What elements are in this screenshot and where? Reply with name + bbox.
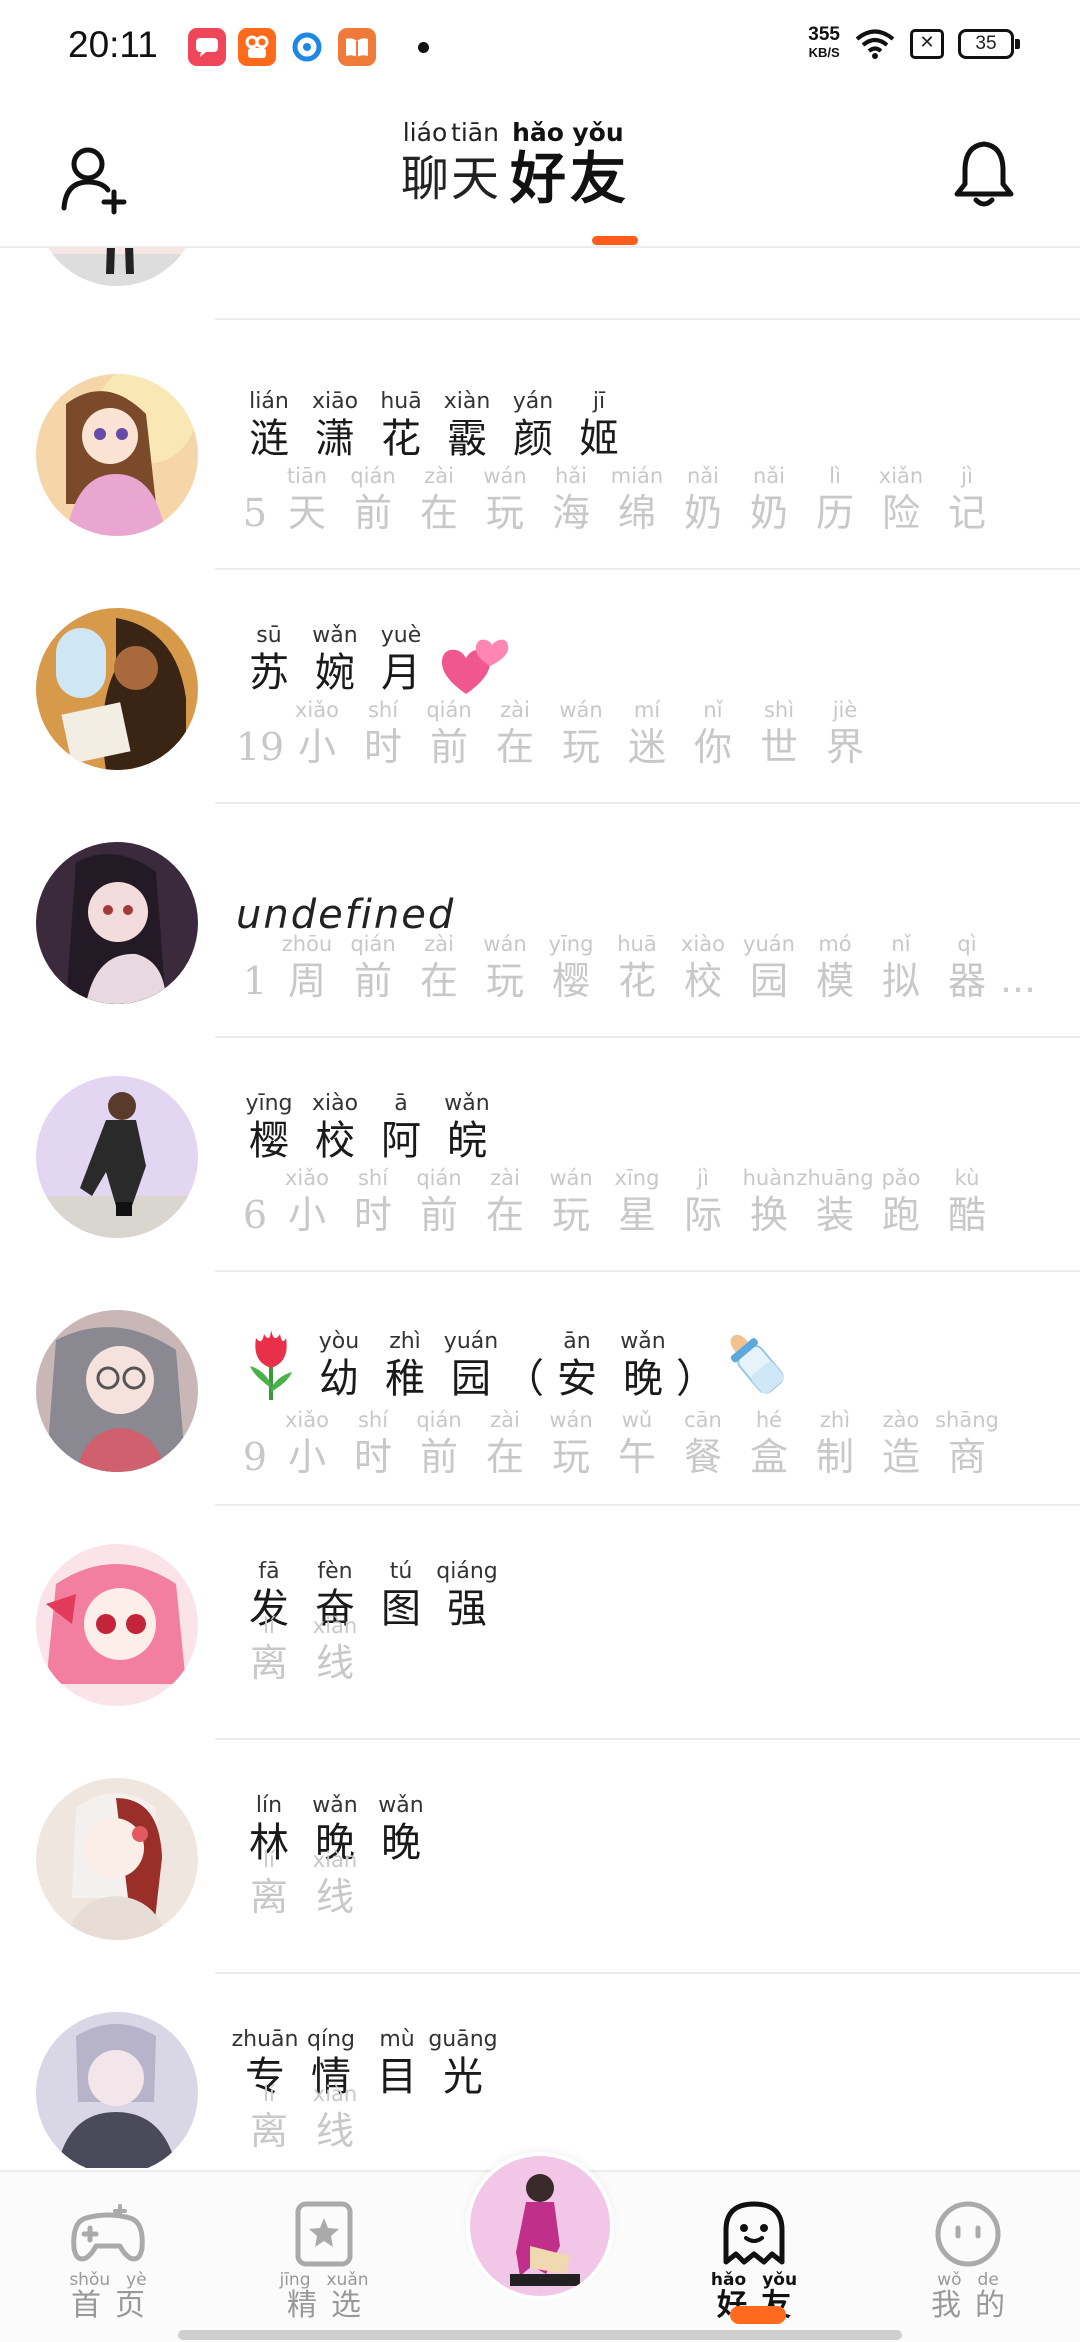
friend-status: 5 tiān 天 qián 前 zài 在 wán 玩 hǎi 海 mián 绵 nǎi 奶 … [242, 464, 986, 535]
nav-home[interactable]: shǒu yè 首页 [48, 2200, 168, 2322]
home-indicator [178, 2330, 902, 2340]
avatar[interactable] [36, 1310, 198, 1472]
network-speed: 355 KB/S [808, 24, 840, 60]
tulip-icon [250, 1330, 292, 1400]
notification-icons [188, 28, 429, 66]
nav-active-indicator [730, 2306, 786, 2324]
offline-status: lí 离 xiàn 线 [249, 2082, 358, 2153]
bell-icon[interactable] [952, 138, 1016, 212]
friend-status: 9 xiǎo 小 shí 时 qián 前 zài 在 wán 玩 wǔ 午 cān 餐 hé… [242, 1408, 999, 1479]
friend-name: yòu 幼 zhì 稚 yuán 园 （ ān 安 wǎn 晚 ） [240, 1324, 792, 1402]
avatar [470, 2156, 610, 2296]
baby-bottle-icon [730, 1334, 784, 1394]
tab-chat-label-2: 天 [450, 151, 499, 207]
avatar[interactable] [36, 608, 198, 770]
friend-name: yīng 樱 xiào 校 ā阿 wǎn 皖 [245, 1091, 490, 1164]
red-chat-app-icon [188, 28, 226, 66]
ghost-icon [723, 2201, 785, 2265]
friend-row[interactable]: yòu 幼 zhì 稚 yuán 园 （ ān 安 wǎn 晚 ） 9 xiǎo 小 shí… [0, 1272, 1080, 1506]
top-header: liáo tiān 聊 天 hǎo yǒu 好 友 [0, 96, 1080, 248]
avatar[interactable] [36, 842, 198, 1004]
orange-video-app-icon [238, 28, 276, 66]
friend-list[interactable]: 在 线 lián涟 xiāo潇 huā花 xiàn霰 yán颜 jī姬 5 [0, 248, 1080, 2168]
wifi-icon [855, 29, 895, 59]
clock: 20:11 [68, 24, 158, 65]
tab-chat-label-1: 聊 [400, 151, 449, 207]
avatar[interactable] [36, 374, 198, 536]
avatar[interactable] [36, 1076, 198, 1238]
avatar[interactable] [36, 1544, 198, 1706]
tab-friends-label-1: 好 [510, 146, 566, 212]
blue-browser-app-icon [288, 28, 326, 66]
friend-row[interactable]: zhuān 专 qíng 情 mù 目 guāng 光 lí 离 xiàn 线 [0, 1974, 1080, 2168]
friend-status: 1 zhōu 周 qián 前 zài 在 wán 玩 yīng 樱 huā 花 xiào 校… [242, 932, 1036, 1003]
offline-status: lí 离 xiàn 线 [249, 1848, 358, 1919]
friend-status: 19 xiǎo 小 shí 时 qián 前 zài 在 wán 玩 mí 迷 nǐ 你 sh… [235, 698, 864, 769]
nav-featured[interactable]: jīng xuǎn 精选 [264, 2200, 384, 2322]
friend-row[interactable]: lián 涟 xiāo 潇 huā 花 xiàn 霰 yán 颜 jī 姬 5 tiān 天 … [0, 336, 1080, 570]
friend-row[interactable]: 在 线 [0, 248, 1080, 320]
active-tab-indicator [592, 236, 638, 245]
nav-center-avatar-button[interactable] [466, 2152, 614, 2300]
two-hearts-icon [441, 639, 509, 694]
add-friend-icon[interactable] [58, 142, 132, 216]
more-notifications-dot [418, 41, 429, 53]
status-bar: 20:11 355 KB/S ✕ 35 [0, 0, 1080, 96]
friend-status: 6 xiǎo 小 shí 时 qián 前 zài 在 wán 玩 xīng 星 jì 际 h… [242, 1166, 986, 1237]
offline-status: lí 离 xiàn 线 [249, 1614, 358, 1685]
row-divider [215, 318, 1080, 320]
tab-chat-pinyin-1: liáo [402, 118, 448, 147]
friend-row[interactable]: lín 林 wǎn 晚 wǎn 晚 lí 离 xiàn 线 [0, 1740, 1080, 1974]
friend-name: lián 涟 xiāo 潇 huā 花 xiàn 霰 yán 颜 jī 姬 [249, 389, 619, 462]
friend-row[interactable]: undefined 1 zhōu 周 qián 前 zài 在 wán 玩 yīng 樱 … [0, 804, 1080, 1038]
orange-book-app-icon [338, 28, 376, 66]
header-tabs: liáo tiān 聊 天 hǎo yǒu 好 友 [400, 118, 628, 212]
smiley-icon [935, 2201, 1001, 2267]
avatar[interactable] [36, 2012, 198, 2168]
nav-me[interactable]: wǒ de 我的 [908, 2200, 1028, 2322]
sim-off-icon: ✕ [910, 29, 944, 59]
gamepad-icon [71, 2204, 145, 2262]
battery-indicator: 35 [958, 29, 1020, 59]
nav-friends[interactable]: hǎoyǒu 好友 [694, 2200, 814, 2322]
online-status: 在 线 [236, 248, 368, 250]
friend-row[interactable]: fā 发 fèn 奋 tú 图 qiáng 强 lí 离 xiàn 线 [0, 1506, 1080, 1740]
friend-row[interactable]: sū 苏 wǎn 婉 yuè 月 19 xiǎo 小 shí 时 qián 前 zài 在 w… [0, 570, 1080, 804]
star-badge-icon [295, 2201, 353, 2267]
friend-name: sū 苏 wǎn 婉 yuè 月 [236, 622, 510, 696]
tab-chat[interactable]: liáo tiān 聊 天 [400, 118, 500, 206]
avatar[interactable] [36, 1778, 198, 1940]
tab-friends[interactable]: hǎo yǒu 好 友 [508, 118, 628, 212]
tab-chat-pinyin-2: tiān [451, 118, 499, 147]
truncation-ellipsis: … [1000, 960, 1036, 1001]
tab-friends-label-2: 友 [570, 146, 626, 212]
friend-row[interactable]: yīng 樱 xiào 校 ā阿 wǎn 皖 6 xiǎo 小 shí 时 qián 前 z… [0, 1038, 1080, 1272]
avatar[interactable] [36, 248, 198, 286]
